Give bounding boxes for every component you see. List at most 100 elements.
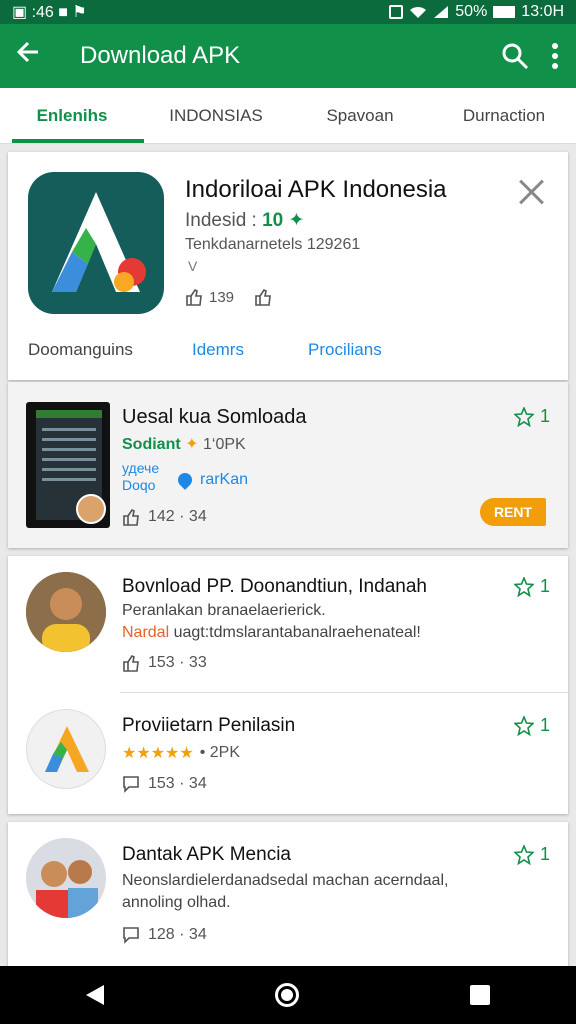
badge-icon: ✦	[288, 210, 305, 231]
app-title: Indoriloai APK Indonesia	[185, 176, 447, 203]
item-line-1: Neonslardielerdanadsedal machan acerndaa…	[122, 872, 449, 889]
like-count: 139	[185, 288, 272, 306]
tab-2[interactable]: INDONSIAS	[144, 88, 288, 143]
system-nav-bar	[0, 966, 576, 1024]
star-outline-icon	[513, 406, 534, 427]
search-button[interactable]	[500, 41, 530, 71]
hero-card[interactable]: Indoriloai APK Indonesia Indesid : 10 ✦ …	[8, 152, 568, 380]
item-comments-value: 128 · 34	[148, 926, 207, 943]
back-button[interactable]	[14, 38, 54, 74]
featured-developer-extra: 1‘0PK	[202, 436, 246, 453]
page-title: Download APK	[80, 42, 241, 69]
avatar	[26, 709, 106, 789]
sync-icon	[389, 5, 404, 19]
list-card: Dantak APK Mencia Neonslardielerdanadsed…	[8, 822, 568, 970]
nav-home-button[interactable]	[274, 983, 299, 1007]
thumbs-up-icon	[123, 508, 139, 526]
hero-link-3[interactable]: Procilians	[308, 340, 382, 360]
nav-back-button[interactable]	[85, 985, 104, 1005]
location-pin-icon	[175, 470, 195, 490]
status-bar: ▣ :46 ■ ⚑ 50% 13:0H	[0, 0, 576, 24]
tab-3[interactable]: Spavoan	[288, 88, 432, 143]
wifi-icon	[410, 6, 427, 18]
app-version: V	[188, 258, 198, 274]
item-rating-value: 1	[539, 576, 550, 596]
featured-meta-top: удече	[122, 460, 160, 476]
app-bar: Download APK	[0, 24, 576, 88]
thumbs-up-icon	[186, 288, 202, 306]
hero-links: Doomanguins Idemrs Procilians	[28, 340, 382, 360]
featured-rating-value: 1	[539, 406, 550, 426]
hero-link-1[interactable]: Doomanguins	[28, 340, 192, 360]
app-subtitle-label: Indesid :	[185, 210, 257, 231]
tab-bar: Enlenihs INDONSIAS Spavoan Durnaction	[0, 88, 576, 144]
item-comments: 128 · 34	[122, 926, 207, 944]
phone-screenshot	[26, 402, 110, 528]
app-icon	[28, 172, 164, 314]
thumbs-up-icon	[123, 654, 139, 672]
status-left: ▣ :46 ■ ⚑	[12, 4, 87, 21]
app-subtitle: Indesid : 10 ✦	[185, 209, 304, 232]
tab-1[interactable]: Enlenihs	[0, 88, 144, 143]
more-vert-icon	[552, 43, 558, 69]
featured-rating[interactable]: 1	[513, 406, 550, 427]
item-title: Dantak APK Mencia	[122, 844, 291, 865]
featured-likes-value: 142 · 34	[148, 508, 207, 525]
item-comments-value: 153 · 34	[148, 775, 207, 792]
item-stars-value: ★★★★★	[122, 745, 194, 762]
comment-icon	[123, 776, 139, 793]
featured-developer-name: Sodiant	[122, 436, 181, 453]
item-title: Bovnload PP. Doonandtiun, Indanah	[122, 576, 427, 597]
rent-button[interactable]: RENT	[480, 498, 546, 526]
comment-icon	[123, 927, 139, 944]
list-item[interactable]: Dantak APK Mencia Neonslardielerdanadsed…	[8, 822, 568, 970]
featured-developer: Sodiant ✦ 1‘0PK	[122, 434, 246, 454]
hero-link-2[interactable]: Idemrs	[192, 340, 308, 360]
tab-4[interactable]: Durnaction	[432, 88, 576, 143]
list-item[interactable]: Proviietarn Penilasin ★★★★★ • 2PK 153 · …	[8, 693, 568, 813]
item-line-1: Peranlakan branaelaerierick.	[122, 602, 326, 619]
arrow-left-icon	[16, 41, 38, 63]
item-stars-count: • 2PK	[199, 744, 241, 761]
item-line-2-text: uagt:tdmslarantabanalraehenateal!	[169, 624, 421, 641]
signal-icon	[434, 6, 449, 18]
item-likes: 153 · 33	[122, 654, 207, 672]
list-item[interactable]: Bovnload PP. Doonandtiun, Indanah Peranl…	[8, 556, 568, 692]
item-line-2: annoling olhad.	[122, 894, 231, 911]
item-comments: 153 · 34	[122, 775, 207, 793]
item-rating-value: 1	[539, 715, 550, 735]
featured-card[interactable]: Uesal kua Somloada Sodiant ✦ 1‘0PK удече…	[8, 382, 568, 548]
status-time: 13:0H	[521, 3, 564, 20]
app-description: Tenkdanarnetels 129261	[185, 236, 361, 253]
star-outline-icon	[513, 576, 534, 597]
avatar	[26, 838, 106, 918]
share-icon[interactable]	[254, 288, 272, 306]
featured-location: rarKan	[175, 470, 249, 490]
item-rating-value: 1	[539, 844, 550, 864]
overflow-menu-button[interactable]	[548, 41, 562, 71]
featured-meta: удече Doqo	[122, 460, 159, 494]
app-subtitle-number: 10	[262, 210, 284, 231]
list-card: Bovnload PP. Doonandtiun, Indanah Peranl…	[8, 556, 568, 814]
battery-percent: 50%	[455, 3, 488, 20]
avatar	[76, 494, 106, 524]
item-rating[interactable]: 1	[513, 576, 550, 597]
featured-developer-badge: ✦	[185, 436, 199, 453]
featured-title: Uesal kua Somloada	[122, 406, 307, 428]
close-button[interactable]	[518, 178, 546, 206]
item-rating[interactable]: 1	[513, 844, 550, 865]
item-likes-value: 153 · 33	[148, 654, 207, 671]
item-line-2: Nardal uagt:tdmslarantabanalraehenateal!	[122, 624, 421, 642]
featured-meta-bottom: Doqo	[122, 477, 156, 493]
item-stars: ★★★★★ • 2PK	[122, 743, 240, 763]
nav-recents-button[interactable]	[470, 985, 491, 1005]
item-rating[interactable]: 1	[513, 715, 550, 736]
avatar	[26, 572, 106, 652]
item-line-2-accent: Nardal	[122, 624, 170, 641]
featured-location-text: rarKan	[200, 471, 249, 488]
featured-likes: 142 · 34	[122, 508, 207, 526]
like-count-value: 139	[209, 288, 235, 306]
search-icon	[502, 43, 529, 70]
star-outline-icon	[513, 715, 534, 736]
item-title: Proviietarn Penilasin	[122, 715, 296, 736]
